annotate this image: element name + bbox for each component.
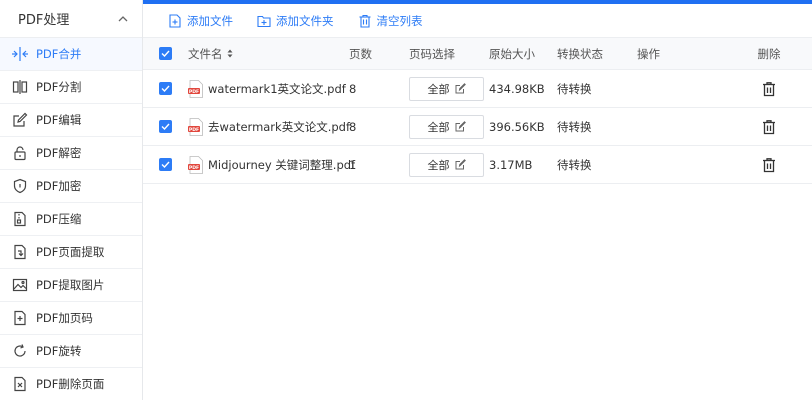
split-icon bbox=[12, 79, 28, 95]
sidebar-item-label: PDF编辑 bbox=[36, 113, 82, 127]
page-number-icon bbox=[12, 310, 28, 326]
file-size: 396.56KB bbox=[489, 119, 545, 134]
delete-row-icon[interactable] bbox=[761, 157, 777, 173]
header-delete: 删除 bbox=[757, 46, 781, 61]
sidebar-item-label: PDF页面提取 bbox=[36, 245, 105, 259]
header-pages: 页数 bbox=[349, 46, 372, 61]
select-all-checkbox[interactable] bbox=[159, 47, 172, 60]
merge-icon bbox=[12, 46, 28, 62]
delete-row-icon[interactable] bbox=[761, 81, 777, 97]
table-row: PDF watermark1英文论文.pdf 8 全部 434.98KB 待转换 bbox=[143, 70, 812, 108]
table-header: 文件名 页数 页码选择 原始大小 转换状态 操作 删除 bbox=[143, 38, 812, 70]
add-folder-label: 添加文件夹 bbox=[276, 13, 334, 28]
clear-list-label: 清空列表 bbox=[376, 13, 423, 28]
sidebar-item-decrypt[interactable]: PDF解密 bbox=[0, 137, 142, 170]
shield-icon bbox=[12, 178, 28, 194]
file-name: watermark1英文论文.pdf bbox=[208, 81, 346, 96]
delete-page-icon bbox=[12, 376, 28, 392]
pdf-file-icon: PDF bbox=[188, 79, 203, 98]
unlock-icon bbox=[12, 145, 28, 161]
sidebar-header[interactable]: PDF处理 bbox=[0, 0, 142, 38]
conversion-status: 待转换 bbox=[557, 119, 592, 134]
page-count: 8 bbox=[349, 81, 357, 96]
file-name: 去watermark英文论文.pdf bbox=[208, 119, 351, 134]
pdf-file-icon: PDF bbox=[188, 117, 203, 136]
header-original-size: 原始大小 bbox=[489, 46, 535, 61]
file-size: 3.17MB bbox=[489, 157, 533, 172]
add-file-icon bbox=[168, 13, 182, 28]
chevron-up-icon[interactable] bbox=[116, 12, 130, 26]
add-folder-icon bbox=[257, 14, 271, 28]
image-icon bbox=[12, 277, 28, 293]
svg-text:PDF: PDF bbox=[189, 88, 199, 94]
sort-icon[interactable] bbox=[227, 49, 233, 58]
header-page-range: 页码选择 bbox=[409, 46, 455, 61]
sidebar-item-label: PDF加密 bbox=[36, 179, 82, 193]
svg-text:PDF: PDF bbox=[189, 126, 199, 132]
app-window: PDF处理 PDF合并 PDF分割 PDF编辑 PDF解密 PDF加密 PDF压… bbox=[0, 0, 812, 400]
file-table: 文件名 页数 页码选择 原始大小 转换状态 操作 删除 PDF watermar… bbox=[143, 38, 812, 184]
clear-list-button[interactable]: 清空列表 bbox=[358, 13, 423, 29]
sidebar-item-delete-pages[interactable]: PDF删除页面 bbox=[0, 368, 142, 400]
row-checkbox[interactable] bbox=[159, 120, 172, 133]
page-count: 1 bbox=[349, 157, 357, 172]
sidebar-item-label: PDF解密 bbox=[36, 146, 82, 160]
page-range-button[interactable]: 全部 bbox=[409, 76, 484, 101]
sidebar-item-label: PDF删除页面 bbox=[36, 377, 105, 391]
sidebar-item-encrypt[interactable]: PDF加密 bbox=[0, 170, 142, 203]
table-row: PDF Midjourney 关键词整理.pdf 1 全部 3.17MB 待转换 bbox=[143, 146, 812, 184]
file-name: Midjourney 关键词整理.pdf bbox=[208, 157, 356, 172]
row-checkbox[interactable] bbox=[159, 82, 172, 95]
sidebar-item-label: PDF加页码 bbox=[36, 311, 93, 325]
file-size: 434.98KB bbox=[489, 81, 545, 96]
edit-icon bbox=[455, 83, 466, 94]
sidebar-item-label: PDF提取图片 bbox=[36, 278, 105, 292]
add-folder-button[interactable]: 添加文件夹 bbox=[257, 13, 334, 29]
rotate-icon bbox=[12, 343, 28, 359]
page-extract-icon bbox=[12, 244, 28, 260]
sidebar: PDF处理 PDF合并 PDF分割 PDF编辑 PDF解密 PDF加密 PDF压… bbox=[0, 0, 143, 400]
svg-text:PDF: PDF bbox=[189, 164, 199, 170]
page-count: 8 bbox=[349, 119, 357, 134]
sidebar-item-add-page-number[interactable]: PDF加页码 bbox=[0, 302, 142, 335]
row-checkbox[interactable] bbox=[159, 158, 172, 171]
trash-icon bbox=[358, 14, 372, 28]
table-row: PDF 去watermark英文论文.pdf 8 全部 396.56KB 待转换 bbox=[143, 108, 812, 146]
page-range-button[interactable]: 全部 bbox=[409, 152, 484, 177]
toolbar: 添加文件 添加文件夹 清空列表 bbox=[143, 4, 812, 38]
header-status: 转换状态 bbox=[557, 46, 603, 61]
compress-icon bbox=[12, 211, 28, 227]
sidebar-item-label: PDF压缩 bbox=[36, 212, 82, 226]
sidebar-item-split[interactable]: PDF分割 bbox=[0, 71, 142, 104]
delete-row-icon[interactable] bbox=[761, 119, 777, 135]
sidebar-item-label: PDF旋转 bbox=[36, 344, 82, 358]
conversion-status: 待转换 bbox=[557, 81, 592, 96]
edit-icon bbox=[12, 112, 28, 128]
sidebar-item-label: PDF分割 bbox=[36, 80, 82, 94]
sidebar-item-compress[interactable]: PDF压缩 bbox=[0, 203, 142, 236]
sidebar-item-merge[interactable]: PDF合并 bbox=[0, 38, 142, 71]
page-range-button[interactable]: 全部 bbox=[409, 114, 484, 139]
sidebar-item-page-extract[interactable]: PDF页面提取 bbox=[0, 236, 142, 269]
add-file-button[interactable]: 添加文件 bbox=[168, 13, 233, 29]
sidebar-item-edit[interactable]: PDF编辑 bbox=[0, 104, 142, 137]
edit-icon bbox=[455, 121, 466, 132]
conversion-status: 待转换 bbox=[557, 157, 592, 172]
sidebar-item-label: PDF合并 bbox=[36, 47, 82, 61]
add-file-label: 添加文件 bbox=[187, 13, 233, 28]
pdf-file-icon: PDF bbox=[188, 155, 203, 174]
sidebar-item-extract-images[interactable]: PDF提取图片 bbox=[0, 269, 142, 302]
edit-icon bbox=[455, 159, 466, 170]
sidebar-title: PDF处理 bbox=[18, 13, 70, 28]
header-operation: 操作 bbox=[637, 46, 660, 61]
sidebar-item-rotate[interactable]: PDF旋转 bbox=[0, 335, 142, 368]
header-filename[interactable]: 文件名 bbox=[188, 38, 233, 69]
